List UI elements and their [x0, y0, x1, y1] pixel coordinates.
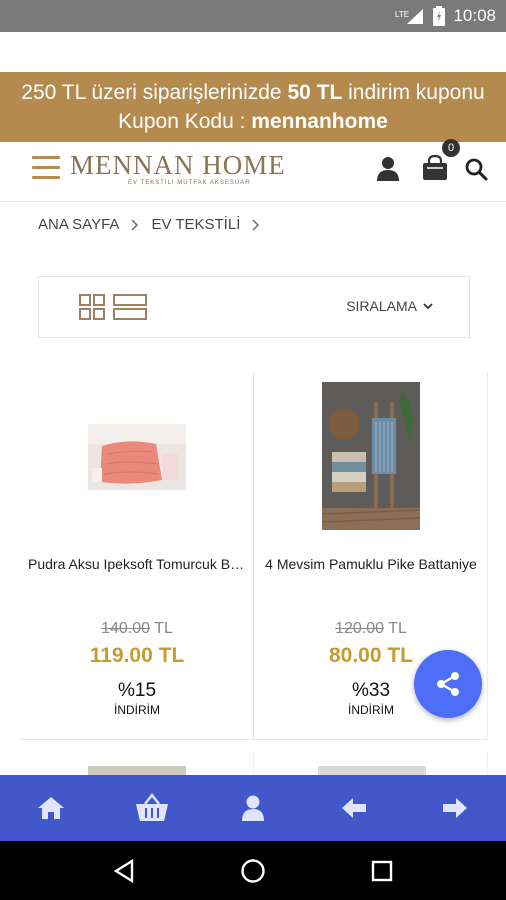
menu-button[interactable] — [32, 156, 60, 180]
old-price: 140.00 TL — [101, 620, 173, 637]
svg-text:LTE: LTE — [395, 10, 409, 19]
sort-dropdown[interactable]: SIRALAMA — [346, 298, 433, 314]
product-card-partial[interactable] — [254, 752, 488, 776]
cart-button[interactable] — [421, 154, 449, 187]
search-icon — [465, 158, 488, 181]
product-name[interactable]: Pudra Aksu Ipeksoft Tomurcuk Battaniye — [20, 556, 254, 572]
product-card[interactable]: Pudra Aksu Ipeksoft Tomurcuk Battaniye 1… — [20, 372, 254, 740]
home-circle-icon — [241, 858, 265, 883]
bottom-navigation — [0, 775, 506, 841]
promo-line-2: Kupon Kodu : mennanhome — [118, 110, 388, 133]
listing-toolbar: SIRALAMA — [38, 276, 470, 338]
blanket-photo — [87, 424, 186, 490]
logo-tagline: EV TEKSTİLİ MUTFAK AKSESUAR — [128, 180, 251, 186]
user-icon — [377, 157, 399, 181]
nav-forward-button[interactable] — [425, 783, 485, 833]
nav-back-button[interactable] — [324, 783, 384, 833]
recents-icon — [371, 860, 392, 881]
arrow-left-icon — [342, 798, 367, 818]
grid-icon — [79, 294, 105, 320]
chevron-down-icon — [423, 303, 433, 310]
next-row-peek — [20, 752, 488, 776]
account-button[interactable] — [376, 156, 400, 187]
chevron-right-icon — [131, 218, 139, 231]
home-icon — [37, 797, 64, 819]
top-spacer — [0, 32, 506, 72]
system-back-button[interactable] — [99, 846, 149, 896]
lte-signal-icon: LTE — [395, 7, 425, 25]
discount-label: İNDİRİM — [114, 703, 160, 717]
share-button[interactable] — [414, 650, 482, 718]
logo[interactable]: MENNAN HOME EV TEKSTİLİ MUTFAK AKSESUAR — [70, 150, 286, 194]
basket-icon — [135, 793, 168, 821]
chevron-right-icon — [252, 218, 260, 231]
product-name[interactable]: 4 Mevsim Pamuklu Pike Battaniye — [254, 556, 488, 572]
shopping-bag-icon — [423, 154, 447, 180]
promo-banner: 250 TL üzeri siparişlerinizde 50 TL indi… — [0, 72, 506, 142]
list-icon — [113, 294, 147, 320]
breadcrumb: ANA SAYFA EV TEKSTİLİ — [38, 216, 272, 233]
back-icon — [114, 858, 134, 883]
search-button[interactable] — [464, 157, 488, 186]
nav-basket-button[interactable] — [122, 783, 182, 833]
product-image[interactable] — [321, 382, 420, 535]
grid-view-button[interactable] — [79, 294, 105, 325]
breadcrumb-home[interactable]: ANA SAYFA — [38, 216, 119, 233]
battery-icon — [433, 6, 446, 26]
product-image[interactable] — [87, 424, 186, 495]
breadcrumb-category[interactable]: EV TEKSTİLİ — [151, 216, 240, 233]
discount-percent: %15 — [117, 680, 157, 701]
share-icon — [437, 672, 459, 696]
status-time: 10:08 — [453, 6, 496, 25]
old-price: 120.00 TL — [335, 620, 407, 637]
logo-text: MENNAN HOME — [70, 150, 286, 180]
sort-label: SIRALAMA — [346, 298, 417, 314]
nav-account-button[interactable] — [223, 783, 283, 833]
new-price: 119.00 TL — [89, 644, 185, 667]
list-view-button[interactable] — [113, 294, 147, 325]
arrow-right-icon — [443, 798, 468, 818]
nav-home-button[interactable] — [21, 783, 81, 833]
cart-count-badge: 0 — [442, 139, 460, 157]
system-home-button[interactable] — [228, 846, 278, 896]
pike-photo — [321, 382, 420, 530]
site-header: MENNAN HOME EV TEKSTİLİ MUTFAK AKSESUAR — [0, 142, 506, 202]
product-card-partial[interactable] — [20, 752, 254, 776]
promo-line-1: 250 TL üzeri siparişlerinizde 50 TL indi… — [21, 81, 485, 104]
system-recents-button[interactable] — [357, 846, 407, 896]
status-bar: LTE 10:08 — [0, 0, 506, 32]
system-navigation — [0, 841, 506, 900]
user-icon — [241, 795, 264, 821]
